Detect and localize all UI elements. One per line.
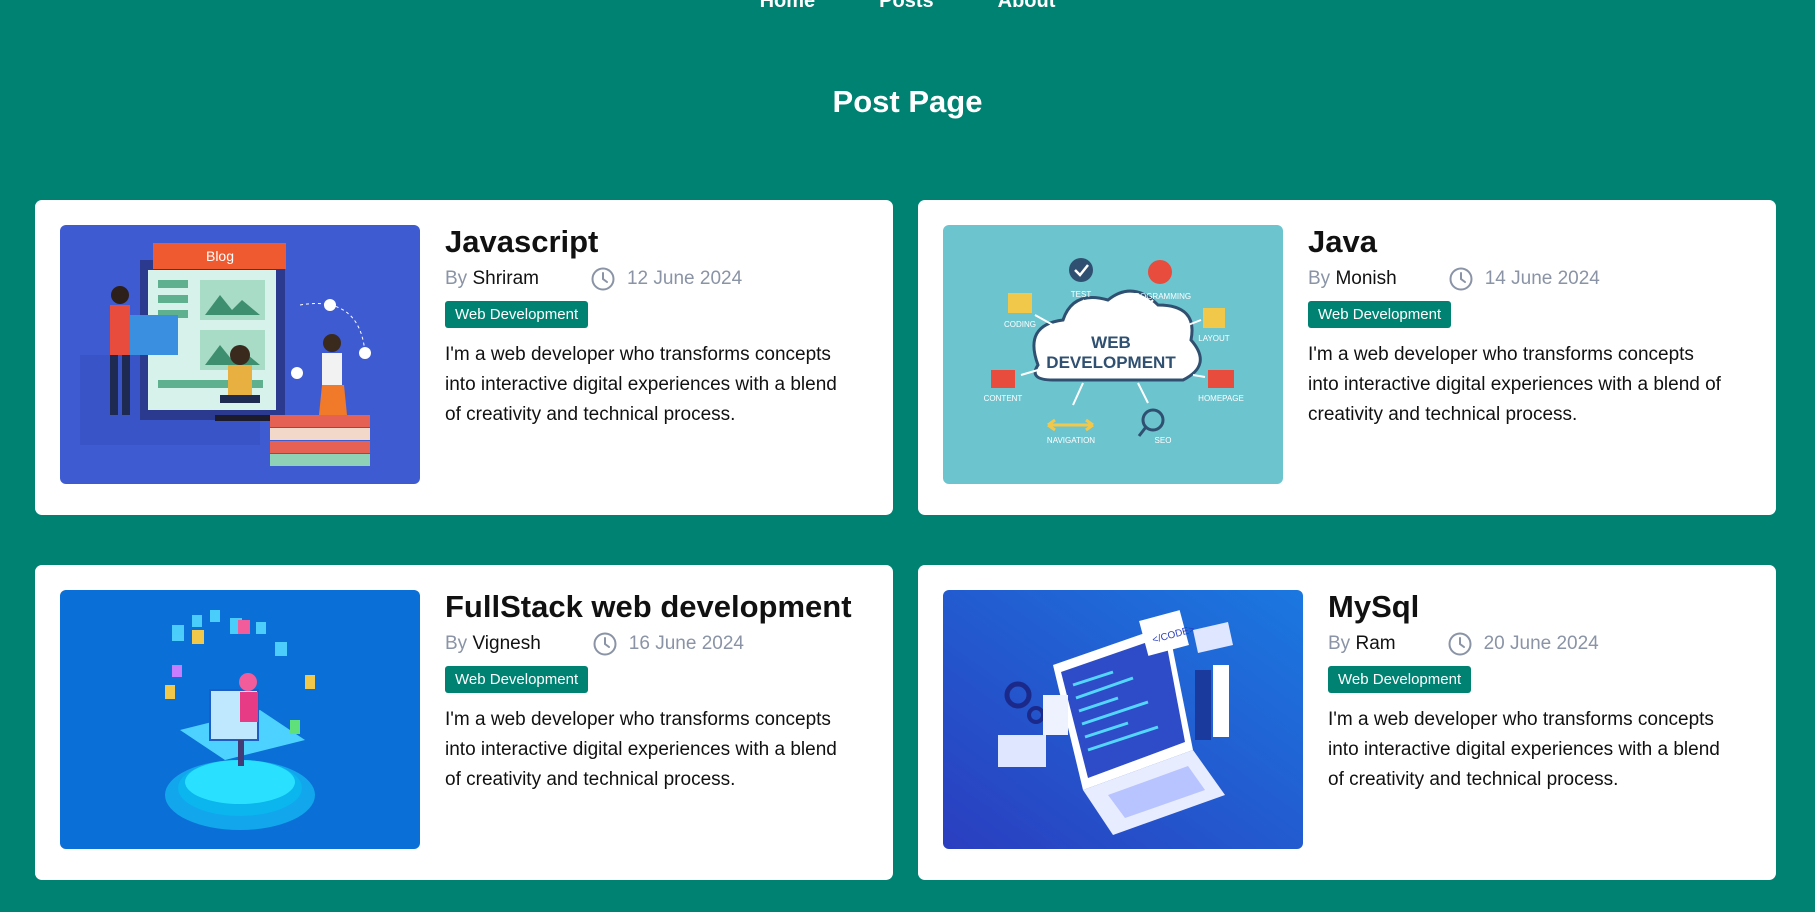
post-meta: By Vignesh 16 June 2024 [445,632,852,656]
clock-icon [1448,632,1472,656]
post-author[interactable]: Vignesh [472,633,540,655]
post-image-java[interactable]: WEB DEVELOPMENT TEST PROGRAMMING CODING … [943,225,1283,484]
by-label: By [1328,633,1351,655]
top-nav: Home Posts About [0,0,1815,13]
category-badge[interactable]: Web Development [445,301,589,329]
post-author[interactable]: Shriram [472,268,539,290]
post-date: 20 June 2024 [1483,633,1599,655]
clock-icon [593,632,617,656]
by-label: By [445,268,468,290]
post-date: 16 June 2024 [628,633,744,655]
svg-text:CONTENT: CONTENT [984,394,1023,403]
post-card-javascript[interactable]: Blog Javascript By Shriram 12 June 2024 … [35,200,893,515]
post-author[interactable]: Ram [1355,633,1395,655]
svg-text:PROGRAMMING: PROGRAMMING [1129,292,1191,301]
svg-text:TEST: TEST [1071,290,1092,299]
category-badge[interactable]: Web Development [445,666,589,694]
post-card-mysql[interactable]: </CODE> MySql By Ram 20 June 2024 Web De… [918,565,1776,880]
post-description: I'm a web developer who transforms conce… [1328,709,1720,791]
post-title[interactable]: FullStack web development [445,589,852,624]
post-title[interactable]: Java [1308,224,1728,259]
category-badge[interactable]: Web Development [1308,301,1452,329]
post-description: I'm a web developer who transforms conce… [1308,344,1721,426]
post-meta: By Ram 20 June 2024 [1328,632,1728,656]
post-card-fullstack[interactable]: FullStack web development By Vignesh 16 … [35,565,893,880]
nav-link-home[interactable]: Home [760,0,816,13]
post-date: 14 June 2024 [1484,268,1600,290]
svg-text:CODING: CODING [1004,320,1036,329]
post-date: 12 June 2024 [626,268,743,290]
post-description: I'm a web developer who transforms conce… [445,344,837,426]
nav-link-about[interactable]: About [998,0,1056,13]
category-badge[interactable]: Web Development [1328,666,1472,694]
post-meta: By Shriram 12 June 2024 [445,267,845,291]
svg-text:HOMEPAGE: HOMEPAGE [1198,394,1244,403]
nav-link-posts[interactable]: Posts [879,0,933,13]
svg-text:NAVIGATION: NAVIGATION [1047,436,1095,445]
post-meta: By Monish 14 June 2024 [1308,267,1728,291]
clock-icon [1449,267,1473,291]
svg-text:DEVELOPMENT: DEVELOPMENT [1046,353,1176,372]
by-label: By [445,633,468,655]
page-title: Post Page [832,84,983,119]
post-title[interactable]: Javascript [445,224,845,259]
by-label: By [1308,268,1331,290]
post-description: I'm a web developer who transforms conce… [445,709,837,791]
post-author[interactable]: Monish [1335,268,1396,290]
blog-image-text: Blog [206,248,234,264]
post-card-java[interactable]: WEB DEVELOPMENT TEST PROGRAMMING CODING … [918,200,1776,515]
post-image-javascript[interactable]: Blog [60,225,420,484]
svg-text:LAYOUT: LAYOUT [1198,334,1230,343]
svg-text:SEO: SEO [1155,436,1172,445]
clock-icon [591,267,615,291]
post-title[interactable]: MySql [1328,589,1728,624]
post-image-mysql[interactable]: </CODE> [943,590,1303,849]
svg-text:WEB: WEB [1091,333,1131,352]
post-image-fullstack[interactable] [60,590,420,849]
